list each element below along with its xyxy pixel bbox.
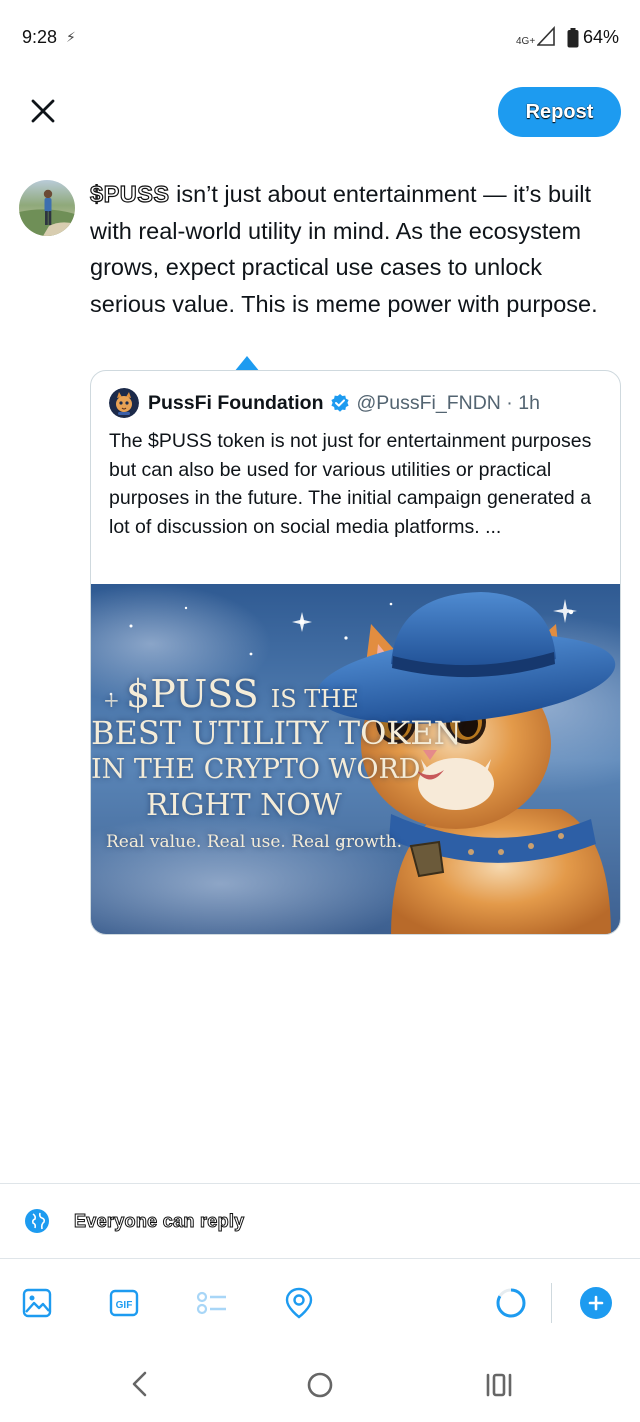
quoted-post-header: PussFi Foundation @PussFi_FNDN · 1h — [109, 388, 540, 418]
home-icon — [307, 1372, 333, 1398]
data-saver-icon: ⚡ — [66, 29, 76, 45]
reply-setting-label: Everyone can reply — [74, 1210, 245, 1231]
image-line-3: IN THE CRYPTO WORD — [91, 754, 421, 785]
toolbar-separator — [551, 1283, 552, 1323]
image-line-1: + $PUSS IS THE — [103, 672, 359, 716]
image-line-2: BEST UTILITY TOKEN — [91, 714, 462, 752]
reply-setting-button[interactable]: Everyone can reply — [24, 1208, 245, 1234]
image-line-4: RIGHT NOW — [146, 788, 342, 823]
avatar[interactable] — [19, 180, 75, 236]
add-location-button[interactable] — [283, 1287, 315, 1319]
add-image-button[interactable] — [21, 1287, 53, 1319]
add-gif-button[interactable]: GIF — [108, 1287, 140, 1319]
close-icon — [31, 99, 55, 123]
quoted-author-name: PussFi Foundation — [148, 391, 324, 414]
cashtag: $PUSS — [89, 180, 170, 207]
battery-icon — [567, 28, 579, 48]
avatar-photo — [19, 180, 75, 236]
globe-icon — [25, 1209, 49, 1233]
character-counter — [495, 1287, 527, 1319]
battery-percent: 64% — [583, 27, 620, 47]
quoted-post-image[interactable]: + $PUSS IS THE BEST UTILITY TOKEN IN THE… — [91, 584, 620, 934]
back-icon — [132, 1371, 147, 1397]
add-poll-button[interactable] — [196, 1287, 228, 1319]
close-button[interactable] — [24, 92, 62, 130]
gif-icon: GIF — [109, 1289, 139, 1317]
add-icon — [588, 1295, 604, 1311]
compose-textarea[interactable]: $PUSS isn’t just about entertainment — i… — [89, 176, 610, 322]
quoted-avatar — [109, 388, 139, 418]
recents-icon — [486, 1373, 512, 1397]
verified-badge-icon — [330, 393, 350, 413]
signal-icon — [537, 26, 555, 46]
char-counter-icon — [496, 1288, 526, 1318]
divider — [0, 1258, 640, 1259]
quoted-author-handle: @PussFi_FNDN · 1h — [356, 391, 540, 414]
image-line-5: Real value. Real use. Real growth. — [106, 832, 403, 852]
quoted-post[interactable]: PussFi Foundation @PussFi_FNDN · 1h The … — [90, 370, 621, 935]
divider — [0, 1183, 640, 1184]
svg-text:GIF: GIF — [116, 1300, 133, 1311]
network-type: 4G+ — [516, 36, 536, 47]
quoted-post-text: The $PUSS token is not just for entertai… — [109, 430, 592, 538]
nav-back-button[interactable] — [130, 1370, 150, 1403]
image-icon — [22, 1288, 52, 1318]
nav-home-button[interactable] — [306, 1371, 334, 1404]
status-bar: 9:28 ⚡ 4G+ 64% — [0, 0, 640, 76]
repost-button[interactable]: Repost — [498, 87, 621, 137]
poll-icon — [196, 1291, 226, 1315]
location-icon — [285, 1287, 313, 1319]
add-post-button[interactable] — [580, 1287, 612, 1319]
status-time: 9:28 — [22, 27, 58, 47]
nav-recents-button[interactable] — [485, 1372, 513, 1403]
